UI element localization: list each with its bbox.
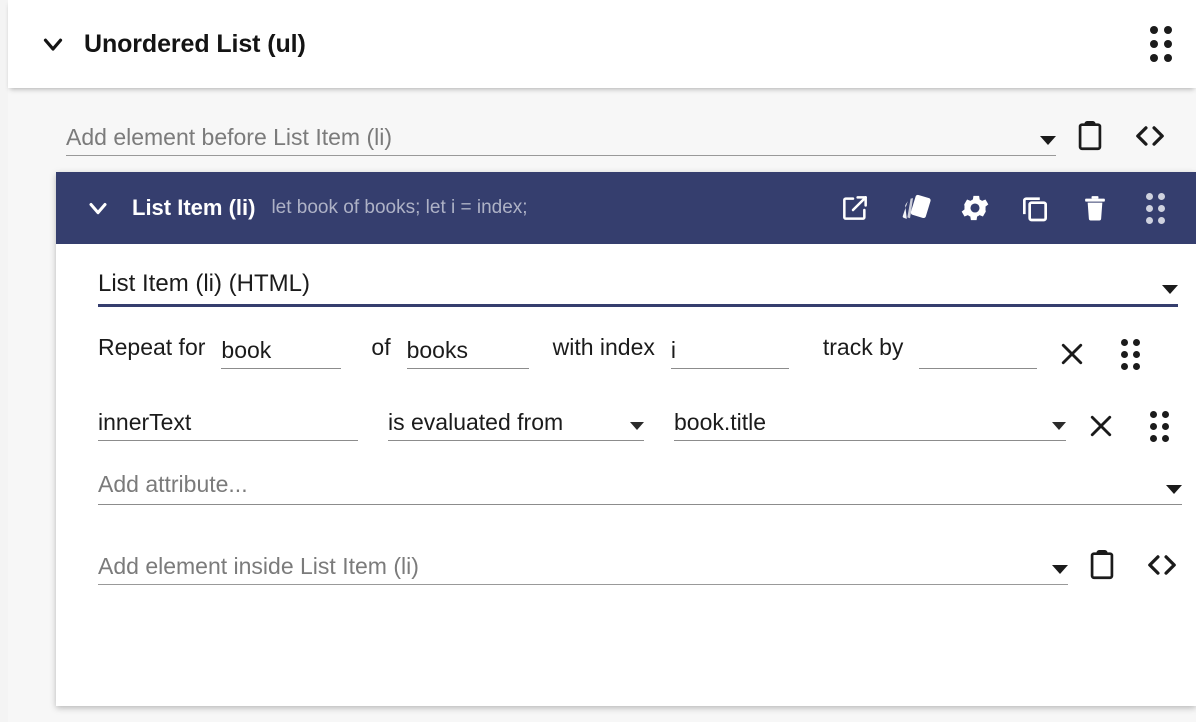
add-element-before-select[interactable]: Add element before List Item (li) <box>66 118 1056 156</box>
trash-icon[interactable] <box>1068 181 1122 235</box>
copy-icon[interactable] <box>1008 181 1062 235</box>
repeat-track-by-input[interactable] <box>919 335 1038 369</box>
element-type-value: List Item (li) (HTML) <box>98 270 310 297</box>
gear-icon[interactable] <box>948 181 1002 235</box>
remove-repeat-button[interactable] <box>1049 331 1095 377</box>
paste-element-inside-button[interactable] <box>1076 539 1128 591</box>
chevron-down-icon[interactable] <box>84 194 112 222</box>
repeat-for-label: Repeat for <box>98 334 206 360</box>
chevron-down-icon[interactable] <box>38 29 68 59</box>
list-item-card: List Item (li) let book of books; let i … <box>56 172 1196 706</box>
add-element-inside-row: Add element inside List Item (li) <box>98 539 1188 585</box>
repeat-track-by-label: track by <box>822 334 904 360</box>
drag-handle-icon[interactable] <box>1128 181 1182 235</box>
edit-code-before-button[interactable] <box>1124 110 1176 162</box>
binding-operator-value: is evaluated from <box>388 409 564 435</box>
chevron-down-icon[interactable] <box>630 422 644 430</box>
element-type-select[interactable]: List Item (li) (HTML) <box>98 270 1178 307</box>
binding-expression-value: book.title <box>674 409 767 435</box>
repeat-of-label: of <box>371 334 391 360</box>
repeat-item-value: book <box>221 337 272 363</box>
repeat-index-value: i <box>670 337 676 363</box>
list-item-subtitle: let book of books; let i = index; <box>271 197 528 218</box>
paste-element-before-button[interactable] <box>1064 110 1116 162</box>
add-element-inside-placeholder: Add element inside List Item (li) <box>98 553 419 579</box>
unordered-list-header[interactable]: Unordered List (ul) <box>8 0 1196 88</box>
chevron-down-icon[interactable] <box>1040 136 1056 145</box>
binding-property-value: innerText <box>98 409 192 435</box>
chevron-down-icon[interactable] <box>1166 485 1182 494</box>
attribute-binding-row: innerText is evaluated from book.title <box>98 403 1182 442</box>
chevron-down-icon[interactable] <box>1052 422 1066 430</box>
list-item-header[interactable]: List Item (li) let book of books; let i … <box>56 172 1196 244</box>
repeat-index-input[interactable]: i <box>670 335 789 369</box>
add-element-inside-select[interactable]: Add element inside List Item (li) <box>98 547 1068 585</box>
binding-expression-select[interactable]: book.title <box>674 407 1066 441</box>
remove-binding-button[interactable] <box>1078 403 1124 449</box>
unordered-list-card: Unordered List (ul) Add element before L… <box>8 0 1196 722</box>
add-element-before-row: Add element before List Item (li) <box>8 88 1196 156</box>
page-title: Unordered List (ul) <box>84 29 306 58</box>
drag-handle-icon[interactable] <box>1107 331 1153 377</box>
chevron-down-icon[interactable] <box>1162 285 1178 294</box>
open-external-icon[interactable] <box>828 181 882 235</box>
binding-property-input[interactable]: innerText <box>98 407 358 441</box>
style-palette-icon[interactable] <box>888 181 942 235</box>
repeat-collection-input[interactable]: books <box>406 335 529 369</box>
list-item-title: List Item (li) <box>132 195 256 220</box>
drag-handle-icon[interactable] <box>1136 403 1182 449</box>
edit-code-inside-button[interactable] <box>1136 539 1188 591</box>
binding-operator-select[interactable]: is evaluated from <box>388 407 644 441</box>
repeat-item-input[interactable]: book <box>221 335 342 369</box>
add-attribute-select[interactable]: Add attribute... <box>98 471 1182 505</box>
repeat-for-row: Repeat for book of books with index i tr… <box>98 331 1182 370</box>
repeat-collection-value: books <box>406 337 468 363</box>
repeat-index-label: with index <box>552 334 655 360</box>
add-attribute-placeholder: Add attribute... <box>98 471 248 497</box>
add-element-before-placeholder: Add element before List Item (li) <box>66 124 392 150</box>
element-editor-panel: Unordered List (ul) Add element before L… <box>0 0 1196 722</box>
chevron-down-icon[interactable] <box>1052 565 1068 574</box>
drag-handle-icon[interactable] <box>1150 26 1172 62</box>
